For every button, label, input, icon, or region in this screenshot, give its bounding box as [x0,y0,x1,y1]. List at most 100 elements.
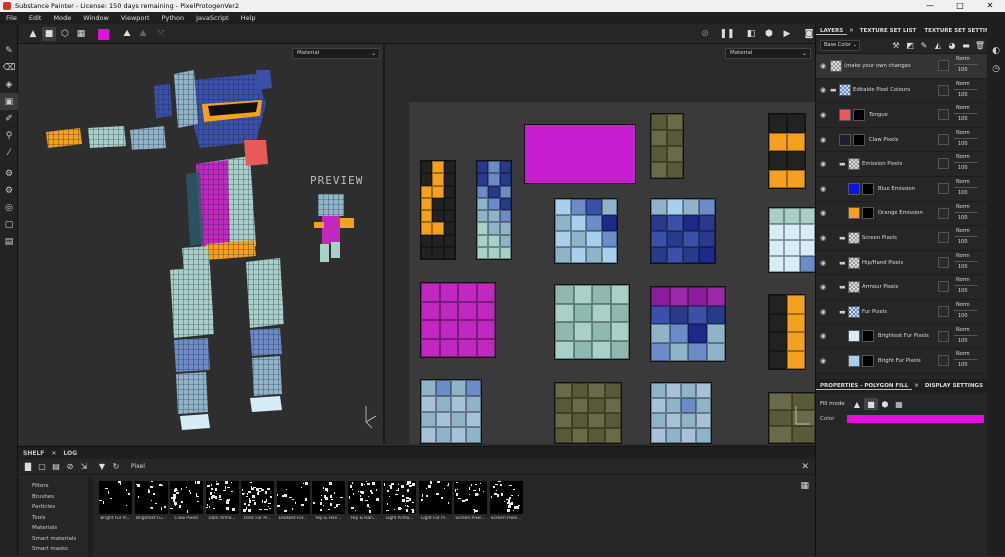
menu-viewport[interactable]: Viewport [115,14,156,22]
grid-view-icon[interactable]: ▦ [800,481,809,491]
tab-texture-set-list[interactable]: TEXTURE SET LIST [856,28,921,34]
shelf-item[interactable]: Hip & Han... [311,481,346,521]
visibility-eye-icon[interactable]: ◉ [816,111,830,119]
add-mask-icon[interactable]: ◩ [903,41,917,50]
close-icon[interactable]: ✕ [847,28,856,34]
layer-row[interactable]: ◉ ▬ Fur Pixels Norm 100 [816,300,987,325]
layer-extra-mask-slot[interactable] [938,305,949,317]
shelf-item[interactable]: Light Fur Pi... [418,481,453,521]
folder-icon[interactable]: ▬ [830,86,839,94]
visibility-eye-icon[interactable]: ◉ [816,332,830,340]
hide-icon[interactable]: ⊘ [63,462,77,471]
viewport-2d-uv[interactable]: Material ⌄ [387,44,815,444]
opacity-field[interactable]: 100 [958,215,968,221]
opacity-field[interactable]: 100 [958,362,968,368]
triangle-fill-icon[interactable]: ▲ [26,27,40,41]
opacity-field[interactable]: 100 [958,165,968,171]
fill-mode-mesh-icon[interactable]: ⬢ [878,398,892,410]
visibility-eye-icon[interactable]: ◉ [816,185,830,193]
add-paint-layer-icon[interactable]: ✎ [917,41,931,50]
tab-log[interactable]: LOG [58,450,82,457]
viewport-3d[interactable]: Material ⌄ PREVIEW [18,44,385,444]
blend-mode-dropdown[interactable]: Norm [956,204,970,210]
maximize-button[interactable]: □ [945,0,975,12]
projection-icon[interactable]: ◈ [0,76,18,93]
settings-icon[interactable]: ⚙ [0,182,18,199]
menu-edit[interactable]: Edit [23,14,48,22]
blend-mode-dropdown[interactable]: Norm [956,351,970,357]
blend-mode-dropdown[interactable]: Norm [956,105,970,111]
camera-video-icon[interactable]: ▶ [780,27,794,41]
delete-layer-icon[interactable]: 🗑 [973,41,987,50]
add-folder-icon[interactable]: ▬ [959,41,973,50]
menu-mode[interactable]: Mode [47,14,77,22]
shelf-item[interactable]: Dark Fur Pi... [240,481,275,521]
tab-shelf[interactable]: SHELF [18,450,49,457]
blend-mode-dropdown[interactable]: Norm [956,228,970,234]
layer-row[interactable]: ◉ Bright Fur Pixels Norm 100 [816,349,987,374]
add-color-icon[interactable]: ◕ [945,41,959,50]
document-icon[interactable]: ▤ [0,233,18,250]
opacity-field[interactable]: 100 [958,141,968,147]
layer-row[interactable]: ◉ (make your own changes above t... Norm 10… [816,54,987,79]
tab-properties-polygon-fill[interactable]: PROPERTIES - POLYGON FILL [816,383,913,390]
folder-icon[interactable]: ▬ [839,160,848,168]
eraser-icon[interactable]: ⌫ [0,59,18,76]
clone-stamp-icon[interactable]: ⚲ [0,127,18,144]
menu-help[interactable]: Help [235,14,262,22]
layer-extra-mask-slot[interactable] [938,109,949,121]
category-smart-masks[interactable]: Smart masks [32,544,88,555]
opacity-field[interactable]: 100 [958,67,968,73]
category-materials[interactable]: Materials [32,523,88,534]
menu-file[interactable]: File [0,14,23,22]
menu-python[interactable]: Python [156,14,191,22]
library-icon[interactable]: ▤ [49,462,63,471]
shelf-item[interactable]: Hip & Han... [347,481,382,521]
layer-row[interactable]: ◉ ▬ Hip/Hand Pixels Norm 100 [816,251,987,276]
blend-mode-dropdown[interactable]: Norm [956,179,970,185]
layer-row[interactable]: ◉ ▬ Emission Pixels Norm 100 [816,152,987,177]
folder-icon[interactable]: ▬ [839,259,848,267]
visibility-eye-icon[interactable]: ◉ [816,136,830,144]
smudge-icon[interactable]: ✐ [0,110,18,127]
blend-mode-dropdown[interactable]: Norm [956,277,970,283]
visibility-eye-icon[interactable]: ◉ [816,259,830,267]
fill-mode-uv-icon[interactable]: ▦ [892,398,906,410]
opacity-field[interactable]: 100 [958,264,968,270]
polygon-fill-mode-icon[interactable]: ■ [42,27,56,41]
tab-layers[interactable]: LAYERS [816,28,848,35]
lazy-mouse-icon[interactable]: ⤧ [154,27,168,41]
shelf-item[interactable]: Screen Pixel... [489,481,524,521]
viewport-2d-material-dropdown[interactable]: Material ⌄ [725,48,811,59]
layer-row[interactable]: ◉ ▬ Armour Pixels Norm 100 [816,275,987,300]
layer-mask-thumbnail[interactable] [853,108,865,121]
cube-view-icon[interactable]: ⬢ [762,27,776,41]
import-icon[interactable]: ⇲ [77,462,91,471]
shelf-item[interactable]: Claw Pixels [169,481,204,521]
screenshot-camera-icon[interactable]: ◙ [802,27,816,41]
layer-mask-thumbnail[interactable] [853,133,865,146]
uv-fill-icon[interactable]: ▦ [74,27,88,41]
channel-dropdown[interactable]: Base Color ⌄ [820,40,860,51]
layer-row[interactable]: ◉ Orange Emission Norm 100 [816,202,987,227]
category-tools[interactable]: Tools [32,513,88,524]
shelf-item[interactable]: Dark Armo... [205,481,240,521]
shelf-item[interactable]: Bright Fur Pi... [98,481,133,521]
fill-mode-polygon-icon[interactable]: ■ [864,398,878,410]
environment-icon[interactable]: ◐ [987,42,1005,60]
paint-brush-icon[interactable]: ✎ [0,42,18,59]
photoshop-export-icon[interactable]: ▢ [0,216,18,233]
opacity-field[interactable]: 100 [958,239,968,245]
blend-mode-dropdown[interactable]: Norm [956,154,970,160]
layer-extra-mask-slot[interactable] [938,84,949,96]
layer-extra-mask-slot[interactable] [938,330,949,342]
pause-icon[interactable]: ❚❚ [719,27,734,41]
layer-row[interactable]: ◉ Brightest Fur Pixels Norm 100 [816,325,987,350]
close-button[interactable]: ✕ [975,0,1005,12]
opacity-field[interactable]: 100 [958,313,968,319]
blend-mode-dropdown[interactable]: Norm [956,56,970,62]
layer-mask-thumbnail[interactable] [862,354,874,367]
fill-color-picker[interactable] [846,415,984,423]
refresh-icon[interactable]: ↻ [109,462,123,471]
shelf-item[interactable]: Screen Pixel... [453,481,488,521]
